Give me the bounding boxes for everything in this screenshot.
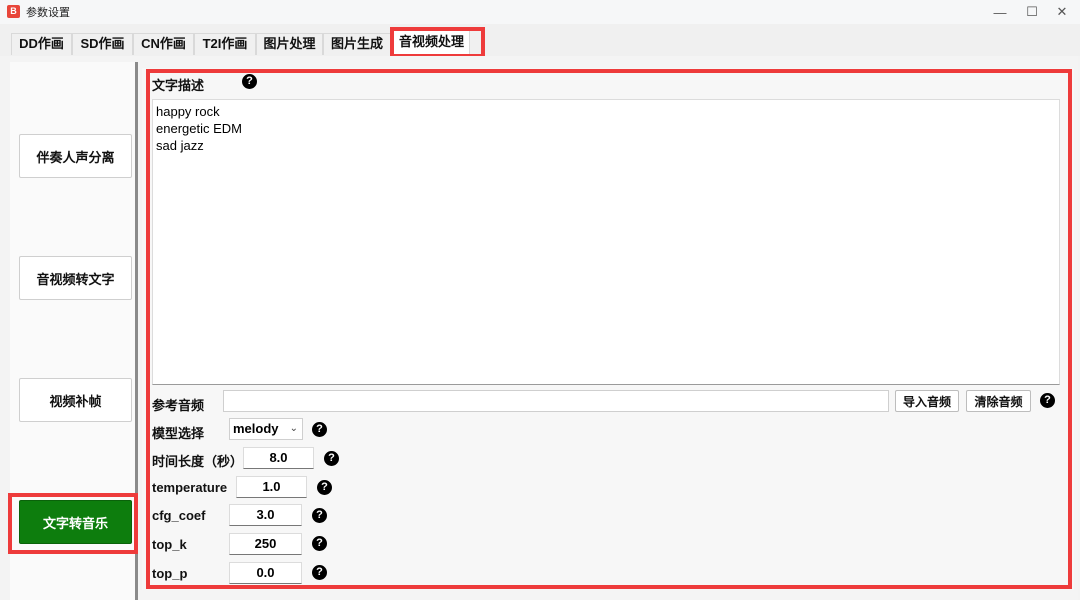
model-select[interactable]: melody ⌄ (229, 418, 303, 440)
tab-sd[interactable]: SD作画 (72, 33, 133, 55)
top-p-label: top_p (152, 566, 188, 581)
sidebar-item-frame-interpolation[interactable]: 视频补帧 (19, 378, 132, 422)
ref-audio-help-icon[interactable]: ? (1040, 393, 1055, 408)
text-desc-label: 文字描述 (152, 78, 205, 93)
duration-help-icon[interactable]: ? (324, 451, 339, 466)
temperature-label: temperature (152, 480, 228, 495)
sidebar-item-av-to-text[interactable]: 音视频转文字 (19, 256, 132, 300)
cfg-coef-input[interactable]: 3.0 (229, 504, 302, 526)
duration-input[interactable]: 8.0 (243, 447, 314, 469)
duration-label: 时间长度（秒） (152, 454, 244, 469)
model-help-icon[interactable]: ? (312, 422, 327, 437)
tab-cn[interactable]: CN作画 (133, 33, 194, 55)
clear-audio-button[interactable]: 清除音频 (966, 390, 1031, 412)
app-icon: B (7, 5, 20, 18)
ref-audio-input[interactable] (223, 390, 889, 412)
import-audio-button[interactable]: 导入音频 (895, 390, 959, 412)
tab-dd[interactable]: DD作画 (11, 33, 72, 55)
tab-bar: DD作画 SD作画 CN作画 T2I作画 图片处理 图片生成 音视频处理 (0, 24, 1080, 56)
model-label: 模型选择 (152, 426, 205, 441)
top-k-label: top_k (152, 537, 187, 552)
close-button[interactable]: ✕ (1044, 0, 1080, 24)
sidebar: 伴奏人声分离 音视频转文字 视频补帧 文字转音乐 (10, 62, 138, 600)
top-p-help-icon[interactable]: ? (312, 565, 327, 580)
ref-audio-label: 参考音频 (152, 398, 205, 413)
top-k-input[interactable]: 250 (229, 533, 302, 555)
temperature-input[interactable]: 1.0 (236, 476, 307, 498)
model-select-value: melody (233, 421, 279, 436)
chevron-down-icon: ⌄ (289, 423, 298, 434)
tab-audio-video[interactable]: 音视频处理 (393, 29, 470, 55)
sidebar-item-text-to-music[interactable]: 文字转音乐 (19, 500, 132, 544)
window-title: 参数设置 (26, 7, 70, 19)
cfg-coef-label: cfg_coef (152, 508, 206, 523)
top-p-input[interactable]: 0.0 (229, 562, 302, 584)
tab-image-generate[interactable]: 图片生成 (323, 33, 391, 55)
cfg-coef-help-icon[interactable]: ? (312, 508, 327, 523)
text-desc-help-icon[interactable]: ? (242, 74, 257, 89)
tab-t2i[interactable]: T2I作画 (194, 33, 256, 55)
text-desc-input[interactable]: happy rock energetic EDM sad jazz (152, 99, 1060, 385)
temperature-help-icon[interactable]: ? (317, 480, 332, 495)
minimize-button[interactable]: — (982, 0, 1018, 24)
top-k-help-icon[interactable]: ? (312, 536, 327, 551)
title-bar: B 参数设置 — ☐ ✕ (0, 0, 1080, 24)
tab-image-process[interactable]: 图片处理 (256, 33, 323, 55)
sidebar-item-vocal-separation[interactable]: 伴奏人声分离 (19, 134, 132, 178)
